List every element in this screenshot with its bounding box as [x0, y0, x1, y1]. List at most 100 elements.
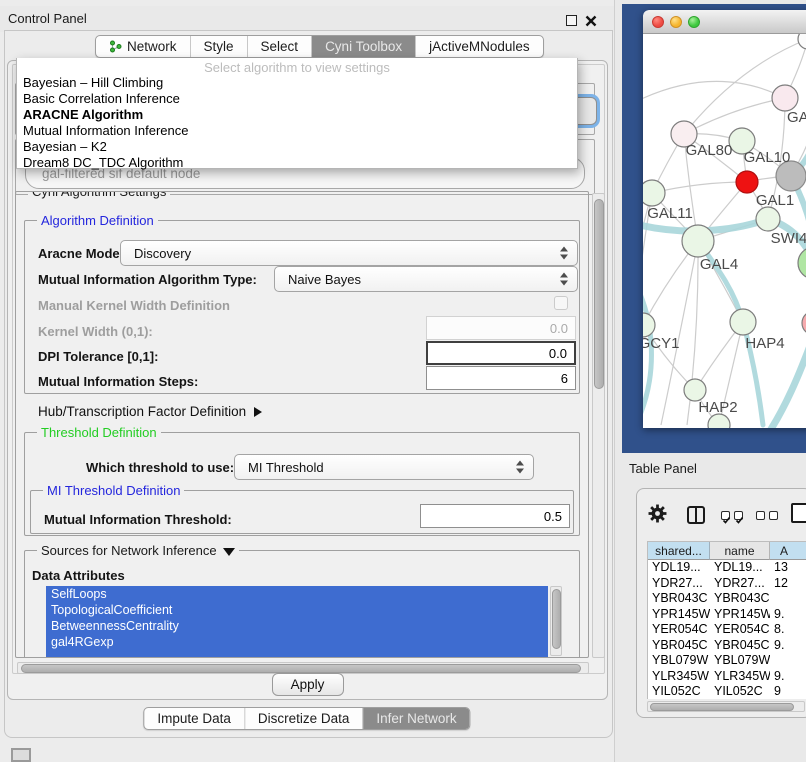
network-node-gal4[interactable] [682, 225, 714, 257]
column-header[interactable]: A [770, 542, 806, 560]
column-header[interactable]: name [710, 542, 770, 560]
checked-checkboxes-icon[interactable] [721, 511, 743, 520]
mi-threshold-field[interactable]: 0.5 [420, 504, 570, 528]
tab-jactivemnodules[interactable]: jActiveMNodules [415, 36, 543, 57]
sources-expander[interactable]: Sources for Network Inference [37, 543, 239, 558]
control-panel-titlebar: Control Panel [0, 6, 614, 32]
network-canvas[interactable]: GALGAL80GAL10GAL1GAL11SWI4GAL4GCY1HAP4YH… [643, 34, 806, 428]
network-node-gal11[interactable] [643, 180, 665, 206]
network-node-swi4[interactable] [756, 207, 780, 231]
table-cell: YBR045C [710, 638, 770, 654]
algorithm-option[interactable]: ARACNE Algorithm [17, 107, 577, 123]
aracne-mode-combo[interactable]: Discovery [120, 240, 578, 266]
mi-steps-label: Mutual Information Steps: [38, 374, 198, 389]
table-cell: YIL052C [648, 684, 710, 699]
node-label: GAL1 [756, 192, 794, 209]
network-node-hap4[interactable] [730, 309, 756, 335]
mi-type-value: Naive Bayes [288, 272, 361, 287]
settings-vscrollbar[interactable] [592, 193, 605, 658]
network-node-gal1[interactable] [736, 171, 758, 193]
node-label: GAL4 [700, 256, 738, 273]
network-desktop: GALGAL80GAL10GAL1GAL11SWI4GAL4GCY1HAP4YH… [622, 4, 806, 453]
tab-label: Discretize Data [258, 711, 350, 726]
table-cell: YLR345W [648, 669, 710, 685]
table-cell [770, 653, 806, 669]
hub-expander[interactable]: Hub/Transcription Factor Definition [38, 404, 262, 419]
network-node[interactable] [798, 247, 806, 279]
network-node-hap2[interactable] [684, 379, 706, 401]
attribute-item[interactable]: SelfLoops [46, 586, 548, 602]
algorithm-option[interactable]: Mutual Information Inference [17, 123, 577, 139]
hub-expander-label: Hub/Transcription Factor Definition [38, 404, 246, 419]
table-hscrollbar[interactable] [647, 701, 805, 712]
network-node-gal[interactable] [772, 85, 798, 111]
tab-impute-data[interactable]: Impute Data [144, 708, 244, 729]
minimize-light-icon[interactable] [670, 16, 682, 28]
panel-title: Control Panel [8, 11, 87, 26]
network-node-gcy1[interactable] [643, 313, 655, 337]
scrollbar-thumb[interactable] [552, 589, 561, 649]
network-edge [652, 182, 747, 193]
page-icon[interactable] [791, 503, 806, 523]
table-row[interactable]: YER054CYER054C8. [648, 622, 806, 638]
table-cell: YBR043C [710, 591, 770, 607]
close-light-icon[interactable] [652, 16, 664, 28]
tab-style[interactable]: Style [190, 36, 247, 57]
algorithm-option[interactable]: Basic Correlation Inference [17, 91, 577, 107]
column-header[interactable]: shared... [648, 542, 710, 560]
table-cell: 9. [770, 607, 806, 623]
table-row[interactable]: YPR145WYPR145W9. [648, 607, 806, 623]
attributes-scrollbar[interactable] [550, 586, 562, 656]
zoom-light-icon[interactable] [688, 16, 700, 28]
table-row[interactable]: YBL079WYBL079W [648, 653, 806, 669]
kernel-width-field[interactable]: 0.0 [426, 316, 576, 340]
data-attributes-list[interactable]: SelfLoopsTopologicalCoefficientBetweenne… [46, 586, 548, 658]
table-cell: YER054C [710, 622, 770, 638]
table-cell: 12 [770, 576, 806, 592]
split-columns-icon[interactable] [687, 506, 705, 524]
algorithm-option[interactable]: Bayesian – Hill Climbing [17, 75, 577, 91]
network-view-window[interactable]: GALGAL80GAL10GAL1GAL11SWI4GAL4GCY1HAP4YH… [643, 10, 806, 428]
table-row[interactable]: YBR045CYBR045C9. [648, 638, 806, 654]
table-header-row: shared...nameA [648, 542, 806, 560]
float-panel-icon[interactable] [566, 15, 577, 26]
mi-threshold-value: 0.5 [544, 509, 562, 524]
network-window-titlebar[interactable] [643, 10, 806, 34]
scrollbar-thumb[interactable] [650, 703, 794, 711]
tab-infer-network[interactable]: Infer Network [362, 708, 469, 729]
table-cell: YDR27... [710, 576, 770, 592]
tab-select[interactable]: Select [247, 36, 312, 57]
table-cell: YPR145W [648, 607, 710, 623]
tab-label: Impute Data [157, 711, 231, 726]
table-row[interactable]: YBR043CYBR043C [648, 591, 806, 607]
table-row[interactable]: YLR345WYLR345W9. [648, 669, 806, 685]
manual-kernel-checkbox[interactable] [554, 296, 568, 310]
mi-type-combo[interactable]: Naive Bayes [274, 266, 578, 292]
gear-icon[interactable] [648, 504, 667, 528]
dpi-tolerance-field[interactable]: 0.0 [426, 341, 576, 365]
table-row[interactable]: YDL19...YDL19...13 [648, 560, 806, 576]
tab-cyni-toolbox[interactable]: Cyni Toolbox [311, 36, 415, 57]
mi-steps-field[interactable]: 6 [426, 366, 576, 390]
apply-label: Apply [291, 677, 325, 692]
aracne-mode-label: Aracne Mode: [38, 246, 124, 261]
apply-button[interactable]: Apply [272, 673, 344, 696]
which-threshold-combo[interactable]: MI Threshold [234, 454, 534, 480]
scrollbar-thumb[interactable] [21, 664, 581, 673]
close-icon[interactable] [585, 14, 597, 26]
algorithm-option[interactable]: Dream8 DC_TDC Algorithm [17, 155, 577, 171]
tab-network[interactable]: Network [96, 36, 190, 57]
attribute-item[interactable]: TopologicalCoefficient [46, 602, 548, 618]
algorithm-option[interactable]: Bayesian – K2 [17, 139, 577, 155]
minimized-panel-icon[interactable] [11, 748, 31, 762]
tab-discretize-data[interactable]: Discretize Data [244, 708, 363, 729]
table-row[interactable]: YIL052CYIL052C9 [648, 684, 806, 699]
table-row[interactable]: YDR27...YDR27...12 [648, 576, 806, 592]
network-node[interactable] [798, 34, 806, 49]
attribute-item[interactable]: BetweennessCentrality [46, 618, 548, 634]
scrollbar-thumb[interactable] [594, 199, 604, 389]
attribute-item[interactable]: gal4RGexp [46, 634, 548, 650]
unchecked-checkboxes-icon[interactable] [756, 511, 778, 520]
bottom-tab-bar: Impute Data Discretize Data Infer Network [143, 707, 470, 730]
network-node-y[interactable] [802, 311, 806, 335]
